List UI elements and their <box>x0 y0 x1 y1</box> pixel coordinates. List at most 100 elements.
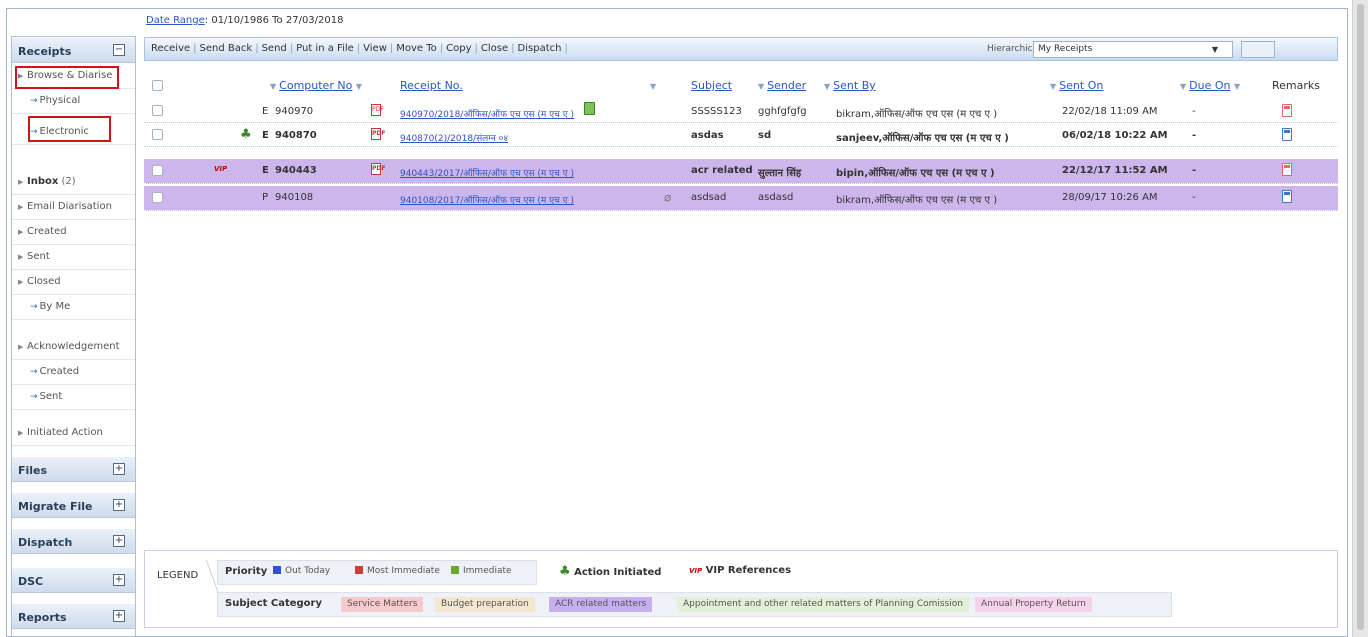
pdf-icon[interactable]: PDF <box>371 128 385 140</box>
expand-icon[interactable]: + <box>113 610 125 622</box>
row-checkbox[interactable] <box>152 192 163 203</box>
sidebar-item-ack-sent[interactable]: → Sent <box>12 385 135 410</box>
sidebar-item-by-me[interactable]: → By Me <box>12 295 135 320</box>
row-checkbox[interactable] <box>152 105 163 116</box>
col-sent-on[interactable]: ▼ Sent On <box>1050 79 1103 92</box>
col-due-on[interactable]: ▼ Due On ▼ <box>1180 79 1243 92</box>
table-row[interactable]: ♣ E 940870 PDF 940870(2)/2018/संलग्न ०४ … <box>144 124 1338 147</box>
row-checkbox[interactable] <box>152 165 163 176</box>
expand-icon[interactable]: + <box>113 574 125 586</box>
sidebar-item-physical[interactable]: → Physical <box>12 89 135 114</box>
remarks-note-icon[interactable] <box>1282 128 1292 141</box>
date-range-link[interactable]: Date Range <box>146 15 205 26</box>
sidebar-section-receipts[interactable]: Receipts − <box>12 37 135 63</box>
category-appointment: Appointment and other related matters of… <box>677 597 969 612</box>
sidebar-item-acknowledgement[interactable]: ▶ Acknowledgement <box>12 335 135 360</box>
collapse-icon[interactable]: − <box>113 44 125 56</box>
view-button[interactable]: View <box>363 43 387 54</box>
legend-priority-label: Priority <box>225 566 268 577</box>
receipt-type: E <box>262 130 269 141</box>
chevron-down-icon: ▼ <box>1211 45 1218 54</box>
dispatch-button[interactable]: Dispatch <box>518 43 562 54</box>
sidebar-item-label: Acknowledgement <box>27 341 120 352</box>
sidebar-item-closed[interactable]: ▶ Closed <box>12 270 135 295</box>
col-receipt-filter[interactable]: ▼ <box>650 79 659 92</box>
table-row[interactable]: E 940970 PDF 940970/2018/ऑफिस/ऑफ एच एस (… <box>144 100 1338 123</box>
pdf-icon[interactable]: PDF <box>371 104 384 116</box>
caret-right-icon: ▶ <box>18 343 24 351</box>
col-sent-by[interactable]: ▼ Sent By <box>824 79 876 92</box>
sidebar-item-inbox[interactable]: ▶ Inbox (2) <box>12 170 135 195</box>
sidebar-item-ack-created[interactable]: → Created <box>12 360 135 385</box>
category-acr-related: ACR related matters <box>549 597 653 612</box>
sidebar-section-migrate-file[interactable]: Migrate File + <box>12 492 135 518</box>
subject: acr related <box>691 165 753 176</box>
expand-icon[interactable]: + <box>113 463 125 475</box>
hierarchical-view-select[interactable]: My Receipts ▼ <box>1033 41 1233 58</box>
move-to-button[interactable]: Move To <box>396 43 437 54</box>
col-sender[interactable]: ▼ Sender <box>758 79 806 92</box>
col-sent-on-label[interactable]: Sent On <box>1059 79 1103 92</box>
table-row[interactable]: P 940108 940108/2017/ऑफिस/ऑफ एच एस (म एच… <box>144 186 1338 211</box>
receipt-no-link[interactable]: 940108/2017/ऑफिस/ऑफ एच एस (म एच ए ) <box>400 193 574 206</box>
filter-icon[interactable]: ▼ <box>356 82 362 91</box>
col-sent-by-label[interactable]: Sent By <box>833 79 876 92</box>
send-back-button[interactable]: Send Back <box>200 43 253 54</box>
pdf-icon[interactable]: PDF <box>371 163 385 175</box>
attachment-icon[interactable]: ⌀ <box>664 190 671 204</box>
send-button[interactable]: Send <box>262 43 287 54</box>
section-title: Dispatch <box>18 536 73 549</box>
sidebar-item-sent[interactable]: ▶ Sent <box>12 245 135 270</box>
subject: asdsad <box>691 192 727 203</box>
sidebar-item-created[interactable]: ▶ Created <box>12 220 135 245</box>
legend-label: Out Today <box>285 566 331 576</box>
sidebar-item-label: Initiated Action <box>27 427 103 438</box>
sidebar-item-label: Email Diarisation <box>27 201 112 212</box>
sidebar-section-files[interactable]: Files + <box>12 456 135 482</box>
sidebar-item-email-diarisation[interactable]: ▶ Email Diarisation <box>12 195 135 220</box>
col-receipt-no[interactable]: Receipt No. <box>400 79 463 92</box>
row-checkbox[interactable] <box>152 129 163 140</box>
remarks-note-icon[interactable] <box>1282 163 1292 176</box>
remarks-note-icon[interactable] <box>1282 190 1292 203</box>
table-row[interactable]: VIP E 940443 PDF 940443/2017/ऑफिस/ऑफ एच … <box>144 159 1338 184</box>
hierarchical-view-go-button[interactable] <box>1241 41 1275 58</box>
receive-button[interactable]: Receive <box>151 43 190 54</box>
hierarchical-view-value: My Receipts <box>1038 44 1093 54</box>
col-due-on-label[interactable]: Due On <box>1189 79 1230 92</box>
sidebar-section-dsc[interactable]: DSC + <box>12 567 135 593</box>
page-scrollbar[interactable] <box>1352 0 1368 637</box>
receipt-no-link[interactable]: 940443/2017/ऑफिस/ऑफ एच एस (म एच ए ) <box>400 166 574 179</box>
col-subject-label[interactable]: Subject <box>691 79 732 92</box>
receipt-no-link[interactable]: 940970/2018/ऑफिस/ऑफ एच एस (म एच ए ) <box>400 107 574 120</box>
sidebar-item-label: Physical <box>39 95 81 106</box>
select-all-checkbox[interactable] <box>152 80 163 91</box>
filter-icon[interactable]: ▼ <box>650 82 656 91</box>
category-budget-preparation: Budget preparation <box>435 597 535 612</box>
filter-icon[interactable]: ▼ <box>1234 82 1240 91</box>
caret-right-icon: ▶ <box>18 429 24 437</box>
sidebar-section-reports[interactable]: Reports + <box>12 603 135 629</box>
sidebar-section-dispatch[interactable]: Dispatch + <box>12 528 135 554</box>
col-computer-no[interactable]: ▼ Computer No ▼ <box>270 79 365 92</box>
computer-no: 940108 <box>275 192 314 203</box>
remarks-note-icon[interactable] <box>1282 104 1292 117</box>
close-button[interactable]: Close <box>481 43 508 54</box>
scrollbar-thumb[interactable] <box>1357 4 1364 630</box>
sort-icon: ▼ <box>824 82 831 91</box>
arrow-right-icon: → <box>30 96 38 106</box>
sort-icon: ▼ <box>758 82 765 91</box>
copy-button[interactable]: Copy <box>446 43 471 54</box>
legend-label: Most Immediate <box>367 566 440 576</box>
receipt-no-link[interactable]: 940870(2)/2018/संलग्न ०४ <box>400 131 508 144</box>
put-in-file-button[interactable]: Put in a File <box>296 43 354 54</box>
col-receipt-no-label[interactable]: Receipt No. <box>400 79 463 92</box>
computer-no: 940443 <box>275 165 317 176</box>
col-subject[interactable]: Subject <box>691 79 732 92</box>
expand-icon[interactable]: + <box>113 535 125 547</box>
expand-icon[interactable]: + <box>113 499 125 511</box>
legend-immediate: Immediate <box>451 566 512 576</box>
sidebar-item-initiated-action[interactable]: ▶ Initiated Action <box>12 421 135 446</box>
col-sender-label[interactable]: Sender <box>767 79 806 92</box>
col-computer-no-label[interactable]: Computer No <box>279 79 352 92</box>
